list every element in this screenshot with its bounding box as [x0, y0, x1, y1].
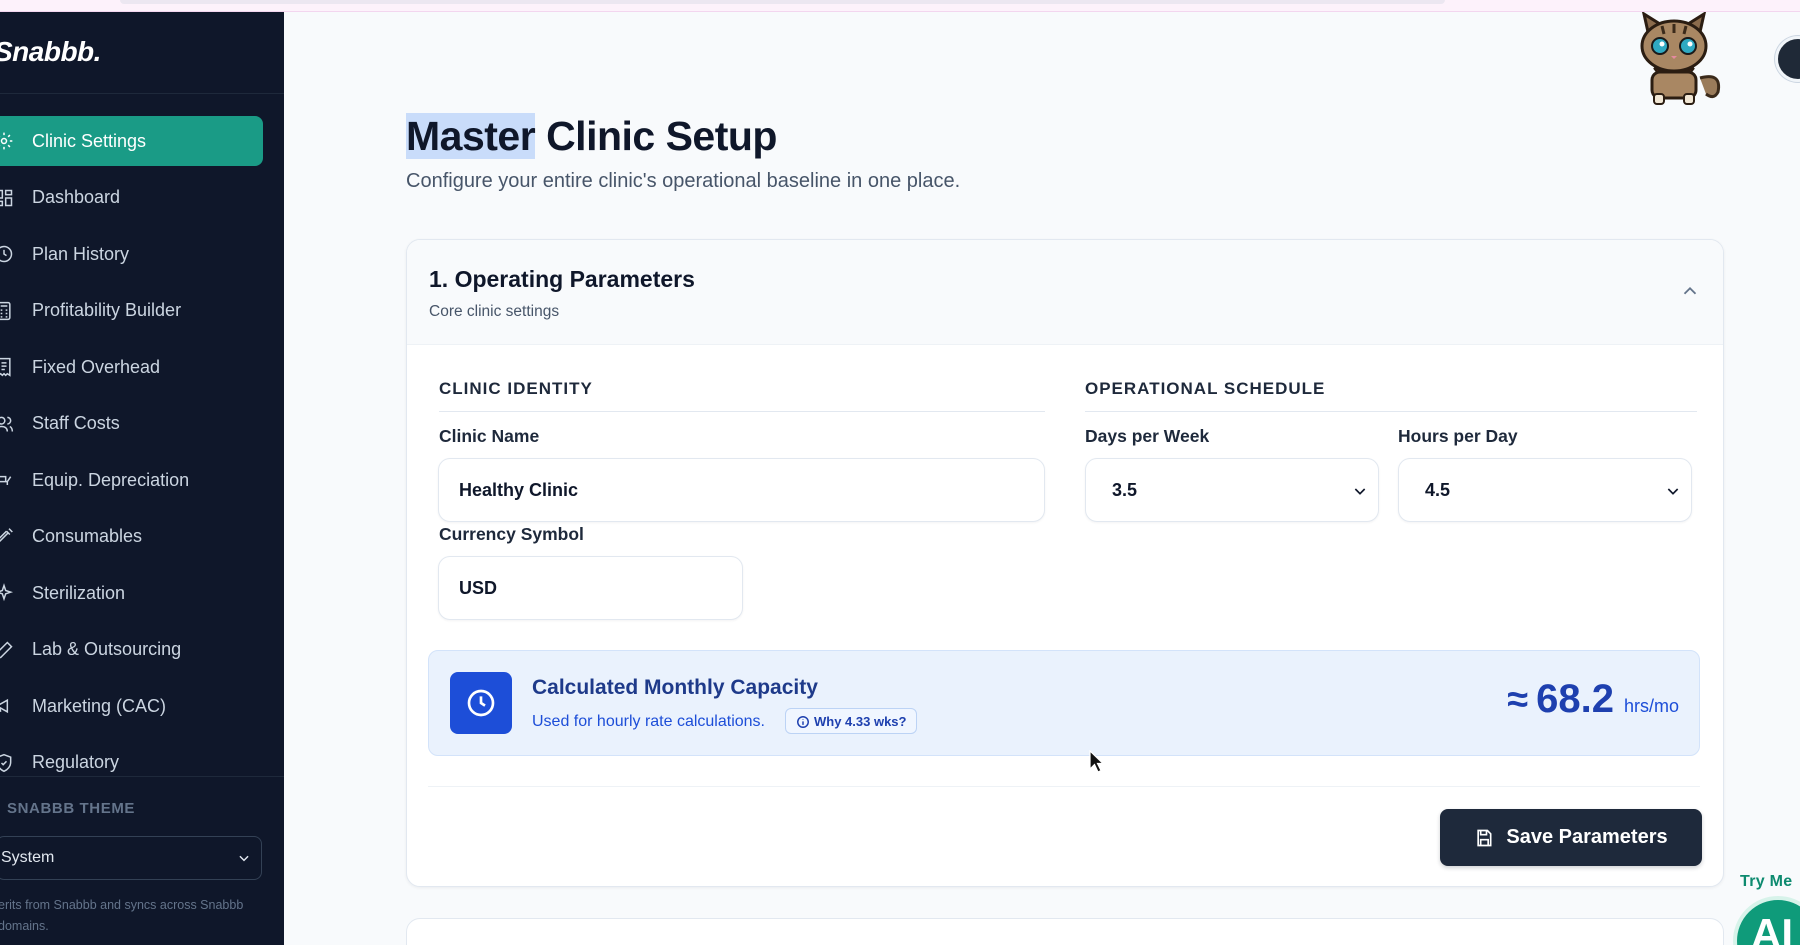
sidebar-item-label: Marketing (CAC)	[32, 695, 167, 716]
save-parameters-button[interactable]: Save Parameters	[1440, 809, 1702, 866]
why-weeks-button[interactable]: Why 4.33 wks?	[785, 708, 918, 734]
try-me-label[interactable]: Try Me	[1740, 873, 1793, 891]
sidebar-item-label: Equip. Depreciation	[32, 469, 190, 490]
operating-parameters-card: 1. Operating Parameters Core clinic sett…	[406, 239, 1724, 887]
syringe-icon	[0, 527, 14, 547]
sidebar-item-label: Plan History	[32, 243, 130, 264]
section-divider	[1085, 411, 1697, 412]
monthly-capacity-panel: Calculated Monthly Capacity Used for hou…	[428, 650, 1700, 756]
save-button-label: Save Parameters	[1506, 826, 1668, 848]
sidebar-item-label: Dashboard	[32, 187, 121, 207]
days-per-week-label: Days per Week	[1085, 426, 1210, 446]
clinic-name-value: Healthy Clinic	[459, 479, 579, 500]
theme-label: SNABBB THEME	[7, 800, 136, 817]
ai-label: AI	[1751, 910, 1793, 945]
card-subtitle: Core clinic settings	[429, 303, 560, 320]
section-divider	[439, 411, 1045, 412]
save-icon	[1477, 829, 1492, 846]
page-title-rest: Clinic Setup	[535, 113, 777, 159]
chevron-down-icon	[239, 855, 249, 862]
chevron-down-icon	[1354, 488, 1366, 495]
gear-icon	[0, 131, 14, 151]
sidebar-item-sterilization[interactable]: Sterilization	[0, 568, 263, 618]
chair-icon	[0, 470, 14, 490]
theme-select-value: System	[1, 849, 55, 866]
hours-per-day-label: Hours per Day	[1398, 426, 1518, 446]
sidebar-divider	[0, 93, 284, 94]
sidebar-item-label: Sterilization	[32, 582, 126, 603]
days-per-week-value: 3.5	[1112, 479, 1138, 500]
sidebar: Snabbb. Clinic Settings Dashboard Plan H…	[0, 12, 284, 945]
sidebar-item-label: Staff Costs	[32, 413, 120, 433]
sidebar-item-dashboard[interactable]: Dashboard	[0, 173, 263, 223]
sidebar-item-fixed-overhead[interactable]: Fixed Overhead	[0, 342, 263, 392]
users-icon	[0, 414, 14, 434]
hours-per-day-select[interactable]: 4.5	[1398, 458, 1692, 522]
chevron-down-icon	[1667, 488, 1679, 495]
card-divider	[428, 786, 1700, 787]
sidebar-item-profitability-builder[interactable]: Profitability Builder	[0, 286, 263, 336]
hours-per-day-value: 4.5	[1425, 479, 1451, 500]
sidebar-item-label: Fixed Overhead	[32, 356, 161, 377]
page-title: Master Clinic Setup	[406, 113, 777, 160]
mouse-cursor-icon	[1089, 750, 1105, 773]
sidebar-item-clinic-settings[interactable]: Clinic Settings	[0, 116, 263, 166]
capacity-number: 68.2	[1536, 677, 1614, 721]
currency-symbol-label: Currency Symbol	[439, 524, 584, 544]
card-title: 1. Operating Parameters	[429, 266, 695, 292]
capacity-unit: hrs/mo	[1623, 696, 1679, 716]
sidebar-item-equip-depreciation[interactable]: Equip. Depreciation	[0, 455, 263, 505]
page-title-selected: Master	[406, 113, 536, 159]
clinic-identity-heading: CLINIC IDENTITY	[439, 379, 593, 398]
sparkle-icon	[0, 583, 14, 603]
ai-assistant-button[interactable]: AI	[1733, 896, 1800, 945]
why-weeks-label: Why 4.33 wks?	[814, 713, 907, 729]
theme-select[interactable]: System	[0, 836, 262, 880]
sidebar-item-plan-history[interactable]: Plan History	[0, 229, 263, 279]
approx-symbol: ≈	[1507, 679, 1529, 721]
sidebar-nav: Clinic Settings Dashboard Plan History P…	[0, 116, 284, 794]
clock-icon	[0, 244, 14, 264]
shield-icon	[0, 753, 14, 773]
sidebar-item-staff-costs[interactable]: Staff Costs	[0, 399, 263, 449]
days-per-week-select[interactable]: 3.5	[1085, 458, 1379, 522]
card-header[interactable]: 1. Operating Parameters Core clinic sett…	[407, 240, 1723, 345]
sidebar-item-label: Regulatory	[32, 752, 120, 772]
theme-note: erits from Snabbb and syncs across Snabb…	[0, 898, 244, 933]
currency-symbol-input[interactable]: USD	[438, 556, 743, 620]
grid-icon	[0, 188, 14, 208]
currency-symbol-value: USD	[459, 577, 498, 598]
sidebar-item-label: Clinic Settings	[32, 130, 147, 151]
top-strip-bar	[120, 0, 1445, 4]
clock-icon	[450, 672, 512, 734]
sidebar-item-consumables[interactable]: Consumables	[0, 512, 263, 562]
operational-schedule-heading: OPERATIONAL SCHEDULE	[1085, 379, 1326, 398]
theme-panel: SNABBB THEME System erits from Snabbb an…	[0, 776, 284, 945]
browser-top-strip	[0, 0, 1800, 12]
clinic-name-input[interactable]: Healthy Clinic	[438, 458, 1045, 522]
page-subtitle: Configure your entire clinic's operation…	[406, 170, 961, 192]
pen-icon	[0, 640, 14, 660]
user-avatar[interactable]	[1775, 36, 1800, 82]
info-icon	[797, 716, 809, 728]
capacity-value: ≈ 68.2 hrs/mo	[1507, 677, 1679, 722]
megaphone-icon	[0, 696, 14, 716]
capacity-subtitle: Used for hourly rate calculations.	[532, 713, 765, 730]
cat-mascot-icon[interactable]	[1622, 12, 1726, 108]
chevron-up-icon[interactable]	[1679, 280, 1701, 302]
clinic-name-label: Clinic Name	[439, 426, 540, 446]
sidebar-item-label: Profitability Builder	[32, 300, 182, 320]
sidebar-item-marketing[interactable]: Marketing (CAC)	[0, 681, 263, 731]
capacity-title: Calculated Monthly Capacity	[532, 676, 818, 699]
sidebar-item-label: Lab & Outsourcing	[32, 639, 182, 659]
calculator-icon	[0, 301, 14, 321]
brand-logo[interactable]: Snabbb.	[0, 36, 101, 68]
sidebar-item-label: Consumables	[32, 526, 143, 546]
receipt-icon	[0, 357, 14, 377]
sidebar-item-lab-outsourcing[interactable]: Lab & Outsourcing	[0, 625, 263, 675]
next-section-card	[406, 918, 1724, 945]
